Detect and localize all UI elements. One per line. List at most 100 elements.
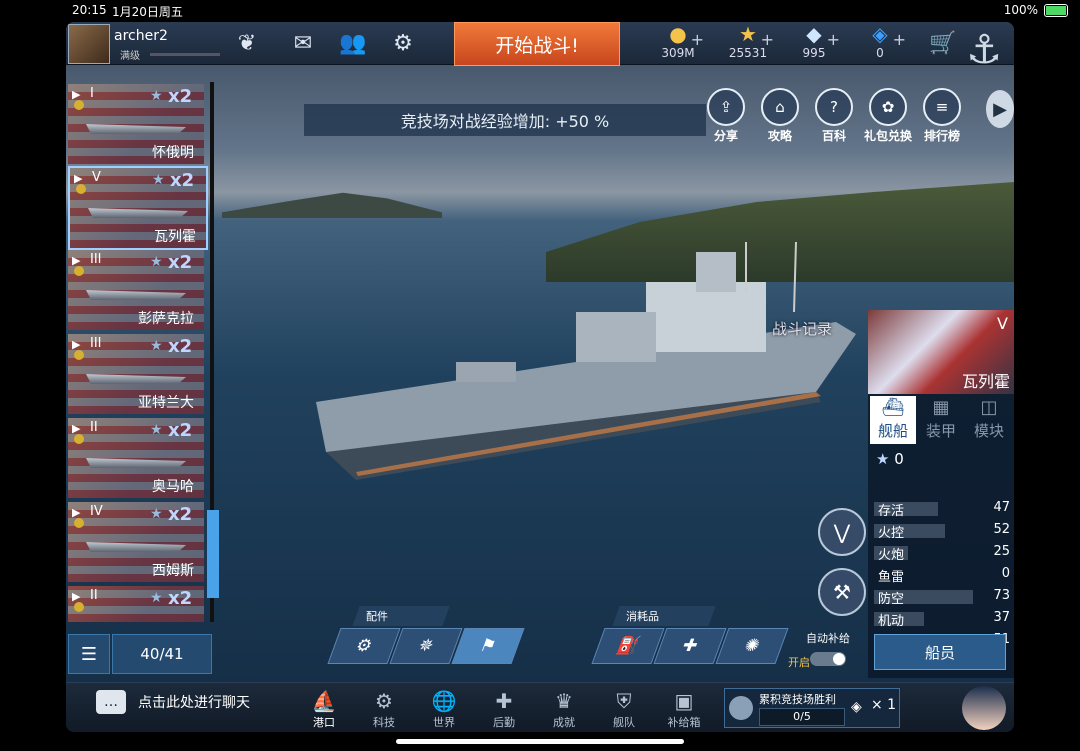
crew-button[interactable]: 船员 (874, 634, 1006, 670)
ship-card[interactable]: ▶ III ★ x2 彭萨克拉 (68, 250, 204, 330)
add-star-icon[interactable]: + (761, 30, 774, 49)
selected-ship-tier: V (997, 314, 1008, 333)
ship-card[interactable]: ▶ IV ★ x2 西姆斯 (68, 502, 204, 582)
nav-supply-box[interactable]: ▣ 补给箱 (658, 688, 710, 730)
anchor-icon[interactable]: ⚓ (954, 22, 1014, 82)
parts-slot-1[interactable]: ⚙ (327, 628, 401, 664)
ship-card-selected[interactable]: ▶ V ★ x2 瓦列霍 (68, 166, 208, 250)
ship-multiplier: x2 (168, 252, 193, 273)
parts-slot-3[interactable]: ⚑ (451, 628, 525, 664)
game-screen: archer2 满级 ❦ ✉ 👥 ⚙ 开始战斗! ● 309M + ★ 2553… (66, 22, 1014, 732)
share-button[interactable]: ⇪ 分享 (702, 88, 750, 144)
expand-menu-arrow-icon[interactable]: ▶ (986, 90, 1014, 128)
share-icon: ⇪ (707, 88, 745, 126)
ship-card[interactable]: ▶ III ★ x2 亚特兰大 (68, 334, 204, 414)
chat-bubble-icon: … (96, 690, 126, 714)
consumable-slot-2[interactable]: ✚ (653, 628, 727, 664)
repair-kit-icon: ✚ (679, 636, 701, 656)
tab-module[interactable]: ◫ 模块 (966, 396, 1012, 444)
extinguisher-icon: ⛽ (613, 636, 643, 656)
repair-tools-icon[interactable]: ⚒ (818, 568, 866, 616)
stat-label: 机动 (878, 614, 905, 629)
nav-world[interactable]: 🌐 世界 (418, 688, 470, 730)
star-icon: ★ (150, 338, 163, 354)
leaderboard-button[interactable]: ≡ 排行榜 (918, 88, 966, 144)
gift-label: 礼包兑换 (864, 129, 913, 143)
tab-armor[interactable]: ▦ 装甲 (918, 396, 964, 444)
stat-row: 存活 47 (874, 500, 1010, 519)
parts-group-label: 配件 (352, 606, 450, 626)
warship-model[interactable] (316, 242, 876, 482)
nav-fleet[interactable]: ⛨ 舰队 (598, 688, 650, 730)
parts-slot-2[interactable]: ✵ (389, 628, 463, 664)
nav-label: 港口 (313, 716, 335, 729)
star-icon: ★ (152, 172, 165, 188)
nav-label: 科技 (373, 716, 395, 729)
currency-gold[interactable]: ● 309M + (648, 22, 708, 64)
ship-list[interactable]: ▶ I ★ x2 怀俄明 ▶ V ★ x2 瓦列霍 ▶ III ★ x2 彭萨克… (66, 66, 214, 622)
ship-card[interactable]: ▶ II ★ x2 (68, 586, 204, 622)
ship-card[interactable]: ▶ II ★ x2 奥马哈 (68, 418, 204, 498)
add-gold-icon[interactable]: + (691, 30, 704, 49)
add-diamond-icon[interactable]: + (827, 30, 840, 49)
gear-icon[interactable]: ⚙ (388, 28, 418, 58)
guide-icon: ⌂ (761, 88, 799, 126)
friends-icon[interactable]: 👥 (338, 28, 368, 58)
stat-row: 鱼雷 0 (874, 566, 1010, 585)
port-icon: ⛵ (311, 689, 337, 713)
star-icon: ★ (150, 422, 163, 438)
guide-label: 攻略 (767, 129, 792, 143)
nav-label: 后勤 (493, 716, 515, 729)
ship-tier: II (90, 420, 98, 435)
tab-module-label: 模块 (973, 422, 1004, 440)
mail-icon[interactable]: ✉ (288, 28, 318, 58)
arena-medal-icon (729, 696, 753, 720)
player-avatar[interactable] (68, 24, 110, 64)
encyclopedia-icon: ? (815, 88, 853, 126)
rank-chevron-icon[interactable]: ⋁ (818, 508, 866, 556)
nav-label: 成就 (553, 716, 575, 729)
encyclopedia-button[interactable]: ? 百科 (810, 88, 858, 144)
tech-icon: ⚙ (375, 689, 393, 713)
add-crystal-icon[interactable]: + (893, 30, 906, 49)
arena-xp-banner: 竞技场对战经验增加: +50 % (304, 104, 706, 136)
stat-value: 0 (1001, 566, 1010, 581)
consumable-slot-3[interactable]: ✺ (715, 628, 789, 664)
nav-logistics[interactable]: ✚ 后勤 (478, 688, 530, 730)
achievement-icon: ♛ (555, 689, 573, 713)
ship-count-button[interactable]: 40/41 (112, 634, 212, 674)
nav-port[interactable]: ⛵ 港口 (298, 688, 350, 730)
share-label: 分享 (713, 129, 738, 143)
ship-stars-value: 0 (894, 450, 904, 468)
chat-button[interactable]: … 点击此处进行聊天 (96, 690, 250, 714)
list-menu-icon[interactable]: ☰ (68, 634, 110, 674)
stat-row: 机动 37 (874, 610, 1010, 629)
guide-button[interactable]: ⌂ 攻略 (756, 88, 804, 144)
nav-tech[interactable]: ⚙ 科技 (358, 688, 410, 730)
medal-icon (74, 518, 84, 528)
star-icon: ★ (150, 88, 163, 104)
nav-label: 补给箱 (667, 716, 701, 729)
currency-star[interactable]: ★ 25531 + (718, 22, 778, 64)
gift-redeem-button[interactable]: ✿ 礼包兑换 (864, 88, 912, 144)
ship-multiplier: x2 (170, 170, 195, 191)
selected-ship-image: V 瓦列霍 (868, 310, 1014, 394)
ship-card[interactable]: ▶ I ★ x2 怀俄明 (68, 84, 204, 164)
start-battle-button[interactable]: 开始战斗! (454, 22, 620, 66)
advisor-avatar[interactable] (962, 686, 1006, 730)
ship-list-scroll-thumb[interactable] (207, 510, 219, 598)
arena-wins-reward[interactable]: 累积竞技场胜利 0/5 ◈ × 1 (724, 688, 900, 728)
currency-diamond[interactable]: ◆ 995 + (784, 22, 844, 64)
stat-label: 鱼雷 (878, 570, 905, 585)
medal-icon (74, 602, 84, 612)
star-icon: ★ (150, 254, 163, 270)
battle-log-link[interactable]: 战斗记录 (772, 318, 832, 339)
nav-achievement[interactable]: ♛ 成就 (538, 688, 590, 730)
ship-name: 西姆斯 (152, 563, 194, 579)
consumable-slot-1[interactable]: ⛽ (591, 628, 665, 664)
auto-supply-toggle[interactable] (810, 652, 846, 666)
currency-crystal[interactable]: ◈ 0 + (850, 22, 910, 64)
stat-value: 47 (993, 500, 1010, 515)
tab-ship[interactable]: ⛴ 舰船 (870, 396, 916, 444)
cannon-part-icon: ⚑ (476, 636, 500, 656)
